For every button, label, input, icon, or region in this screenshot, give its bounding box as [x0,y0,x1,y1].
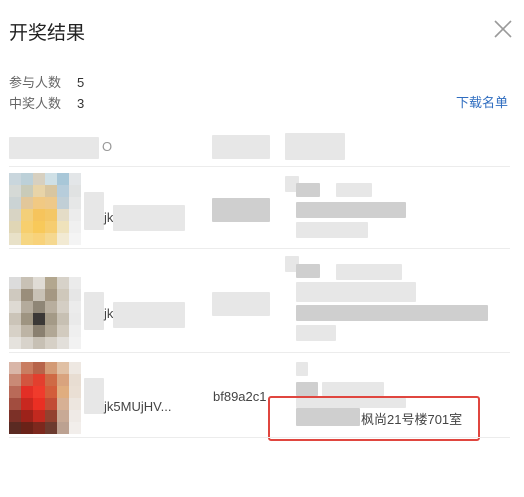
name-blur [113,205,185,231]
divider [9,166,510,167]
winner-name: jk [104,210,114,225]
id-blur [212,292,270,316]
header-blur [212,135,270,159]
winners-value: 3 [77,96,85,111]
address-blur [322,382,384,396]
header-blur [285,133,345,160]
divider [9,352,510,353]
name-blur [84,378,104,414]
dialog-title: 开奖结果 [9,23,86,44]
address-blur [296,382,318,396]
divider [9,437,510,438]
winner-name: jk5MUjHV... [104,399,172,414]
avatar [9,362,81,434]
participants-stat: 参与人数 5 [9,72,84,91]
winners-label: 中奖人数 [9,96,62,111]
address-blur [296,362,308,376]
participants-value: 5 [77,75,85,90]
avatar [9,173,81,245]
lottery-result-dialog: 开奖结果 参与人数 5 中奖人数 3 下载名单 O jk jk jk5MUjHV… [0,0,524,497]
address-blur [296,325,336,341]
header-blur [9,137,99,159]
address-blur [296,282,416,302]
order-id: bf89a2c1 [213,389,267,404]
address-blur [336,183,372,197]
download-list-link[interactable]: 下载名单 [456,92,508,111]
participants-label: 参与人数 [9,75,62,90]
address-blur [296,305,488,321]
winners-stat: 中奖人数 3 [9,93,84,112]
avatar [9,277,81,349]
winner-name: jk [104,306,114,321]
close-icon[interactable] [492,18,514,40]
address-blur [296,222,368,238]
header-fragment: O [102,139,113,154]
name-blur [84,292,104,330]
highlight-box [268,396,480,441]
address-blur [296,202,406,218]
address-blur [336,264,402,280]
name-blur [113,302,185,328]
divider [9,248,510,249]
address-blur [296,264,320,278]
id-blur [212,198,270,222]
address-blur [296,183,320,197]
name-blur [84,192,104,230]
